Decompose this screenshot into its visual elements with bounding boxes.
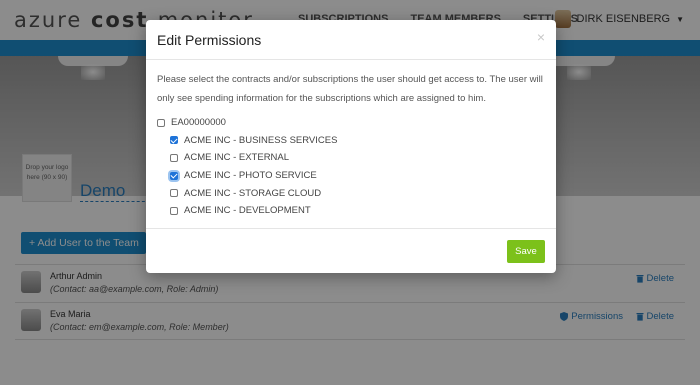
permission-label: EA00000000 bbox=[171, 117, 226, 129]
modal-description: Please select the contracts and/or subsc… bbox=[157, 74, 543, 104]
permission-checkbox[interactable] bbox=[170, 206, 178, 215]
permission-checkbox[interactable] bbox=[170, 136, 178, 145]
permission-item[interactable]: ACME INC - STORAGE CLOUD bbox=[157, 184, 545, 202]
modal-title: Edit Permissions bbox=[157, 32, 262, 48]
permission-label: ACME INC - PHOTO SERVICE bbox=[184, 170, 317, 182]
close-icon[interactable]: × bbox=[537, 29, 545, 45]
permission-item[interactable]: ACME INC - DEVELOPMENT bbox=[157, 202, 545, 220]
permission-label: ACME INC - DEVELOPMENT bbox=[184, 205, 311, 217]
save-button[interactable]: Save bbox=[507, 240, 545, 263]
modal-header: Edit Permissions × bbox=[146, 20, 556, 60]
permission-list: EA00000000 ACME INC - BUSINESS SERVICES AC… bbox=[157, 114, 545, 220]
permission-checkbox[interactable] bbox=[170, 189, 178, 198]
permission-item[interactable]: ACME INC - PHOTO SERVICE bbox=[157, 167, 545, 185]
permission-checkbox[interactable] bbox=[170, 153, 178, 162]
permission-item[interactable]: EA00000000 bbox=[157, 114, 545, 132]
permission-item[interactable]: ACME INC - BUSINESS SERVICES bbox=[157, 132, 545, 150]
permission-checkbox[interactable] bbox=[170, 171, 178, 180]
modal-footer: Save bbox=[146, 228, 556, 273]
permission-checkbox[interactable] bbox=[157, 118, 165, 127]
permission-label: ACME INC - STORAGE CLOUD bbox=[184, 187, 322, 199]
permission-label: ACME INC - BUSINESS SERVICES bbox=[184, 134, 338, 146]
permission-label: ACME INC - EXTERNAL bbox=[184, 152, 290, 164]
permission-item[interactable]: ACME INC - EXTERNAL bbox=[157, 149, 545, 167]
edit-permissions-dialog: Edit Permissions × Please select the con… bbox=[146, 20, 556, 273]
